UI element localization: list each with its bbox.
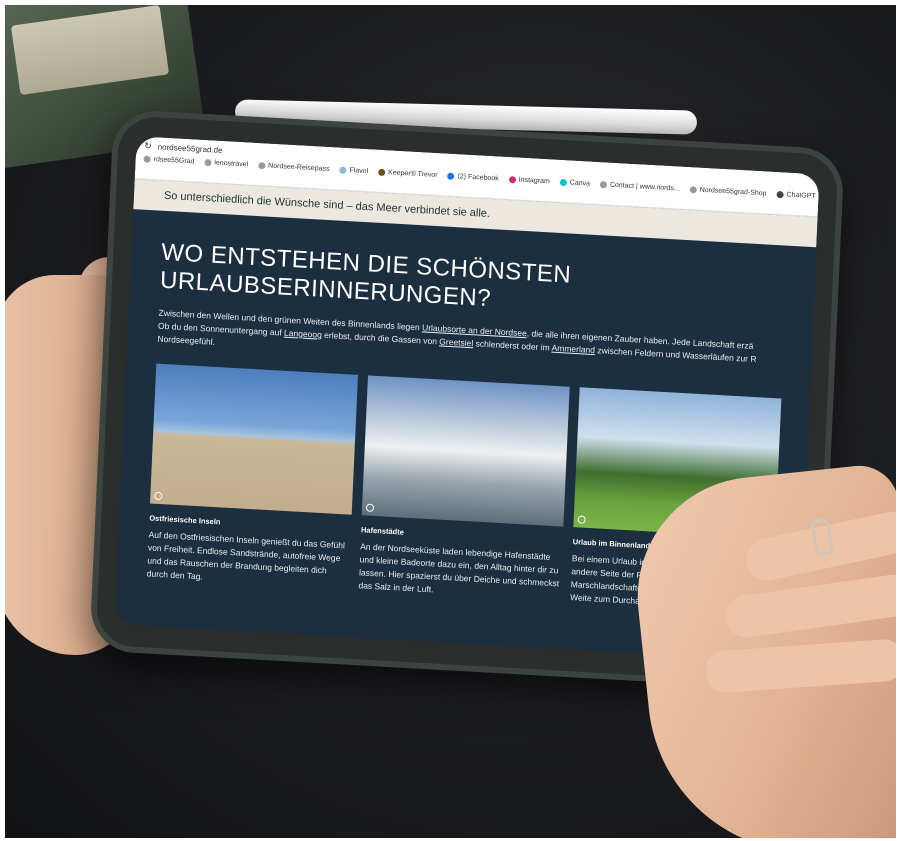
card-text: An der Nordseeküste laden lebendige Hafe… [358,541,560,595]
bookmark-item[interactable]: Flavol [339,166,369,176]
bookmark-item[interactable]: rdsee55Grad [143,155,195,166]
photo-scene: ↻ nordsee55grad.de rdsee55Grad lenostrave… [5,5,896,838]
bookmark-label: ChatGPT [786,191,816,201]
camera-icon [365,503,375,512]
beach-image [149,363,359,515]
badge-icon [377,168,386,177]
reload-icon[interactable]: ↻ [144,141,152,152]
bookmark-item[interactable]: ChatGPT [776,190,816,201]
globe-icon [143,155,151,163]
bookmark-item[interactable]: lenostravel [204,158,249,169]
globe-icon [257,161,266,170]
bookmark-label: Instagram [518,176,550,186]
bookmark-label: Keeper® Trevor [387,169,438,180]
bookmark-item[interactable]: Nordsee55grad-Shop [689,186,767,198]
bookmark-label: Flavol [349,167,369,176]
address-bar[interactable]: nordsee55grad.de [158,142,223,155]
link-ammerland[interactable]: Ammerland [551,343,595,355]
camera-icon [154,491,163,501]
instagram-icon [508,175,516,184]
card-hafenstaedte[interactable]: Hafenstädte An der Nordseeküste laden le… [358,375,570,603]
globe-icon [689,186,697,194]
globe-icon [204,158,212,167]
harbor-image [361,375,570,527]
bookmark-item[interactable]: Keeper® Trevor [377,168,438,180]
globe-icon [599,181,608,189]
bookmark-label: (2) Facebook [457,173,499,183]
bookmark-label: Canva [569,179,591,188]
link-langeoog[interactable]: Langeoog [284,328,322,340]
card-inseln[interactable]: Ostfriesische Inseln Auf den Ostfriesisc… [146,363,359,592]
bookmark-label: Nordsee-Reisepass [267,162,330,173]
card-text: Auf den Ostfriesischen Inseln genießt du… [146,529,346,582]
globe-icon [339,166,347,174]
link-greetsiel[interactable]: Greetsiel [439,336,473,348]
canva-icon [559,178,567,187]
bookmark-item[interactable]: Instagram [508,175,550,186]
chatgpt-icon [776,190,784,199]
facebook-icon [447,172,455,180]
bookmark-label: rdsee55Grad [153,156,195,166]
bookmark-label: Contact | www.nords... [609,181,680,193]
bookmark-item[interactable]: Nordsee-Reisepass [257,161,330,173]
bookmark-label: Nordsee55grad-Shop [699,186,767,198]
bookmark-label: lenostravel [214,159,249,169]
bookmark-item[interactable]: Canva [559,178,591,188]
camera-icon [577,515,586,524]
bookmark-item[interactable]: (2) Facebook [447,172,499,183]
bookmark-item[interactable]: Contact | www.nords... [599,181,680,193]
